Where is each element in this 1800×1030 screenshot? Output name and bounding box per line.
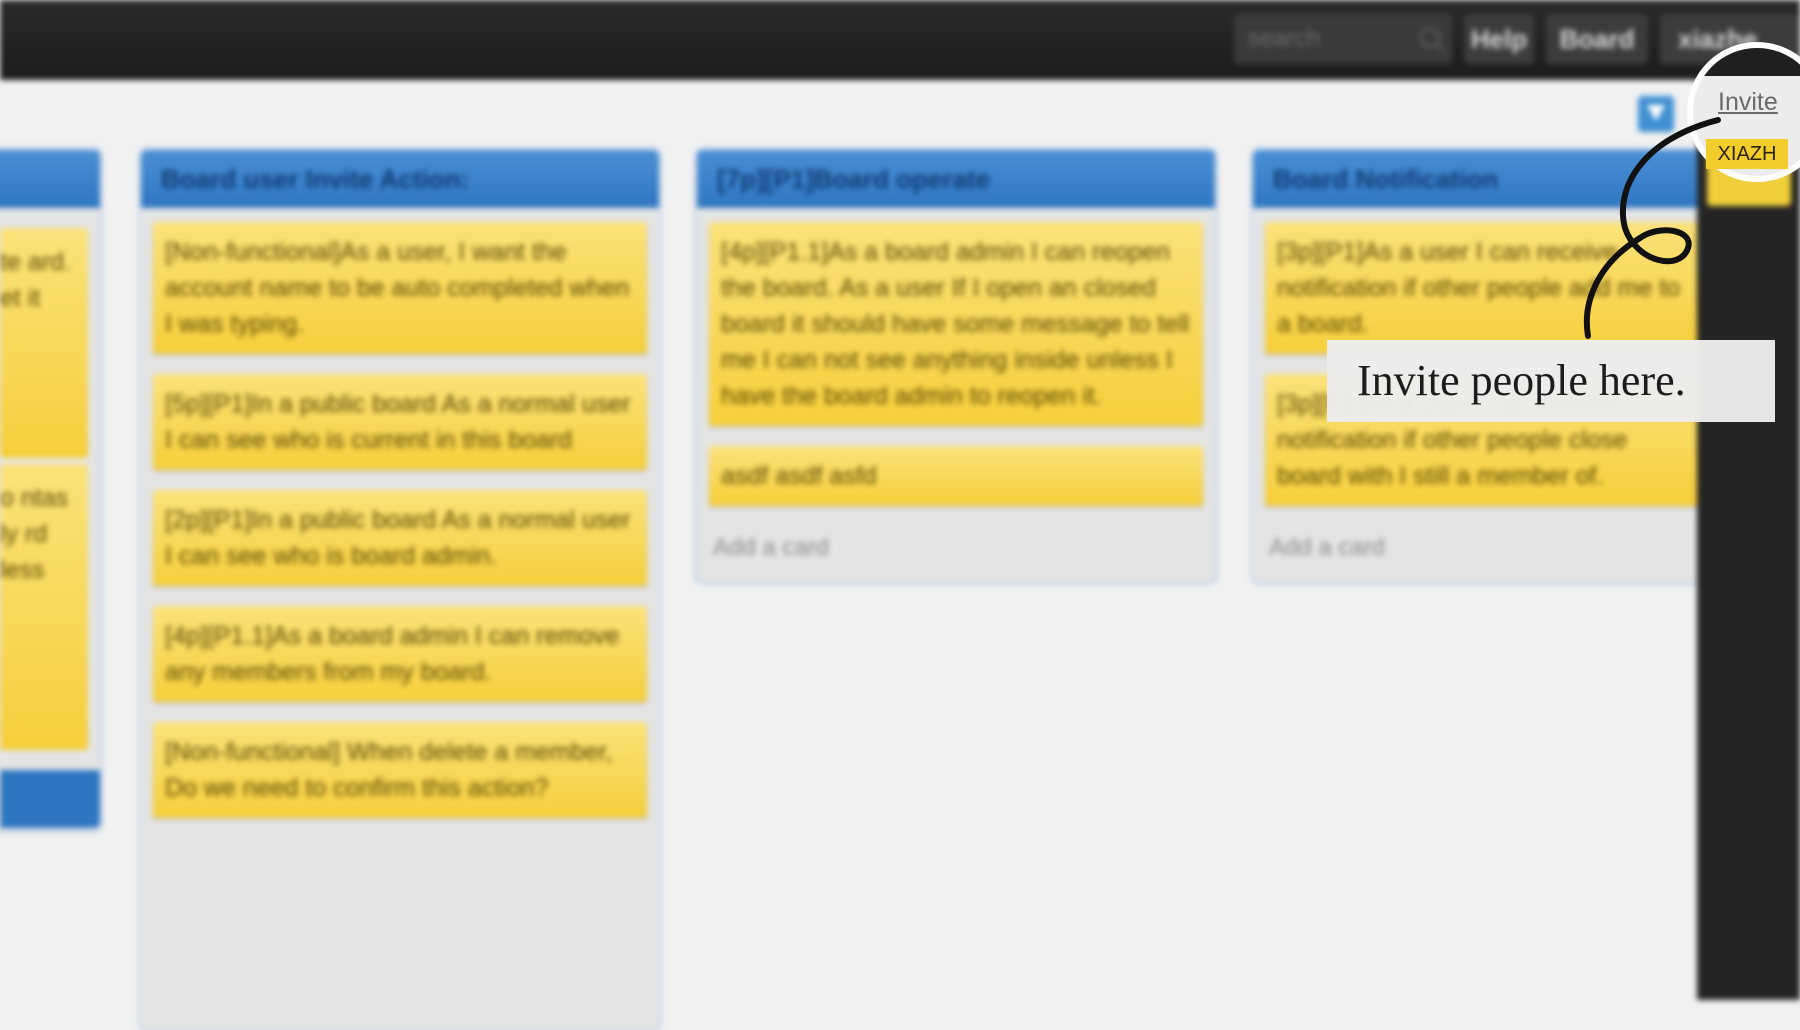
hand-drawn-arrow: [1583, 117, 1721, 339]
invite-tooltip: Invite people here.: [1327, 340, 1775, 422]
